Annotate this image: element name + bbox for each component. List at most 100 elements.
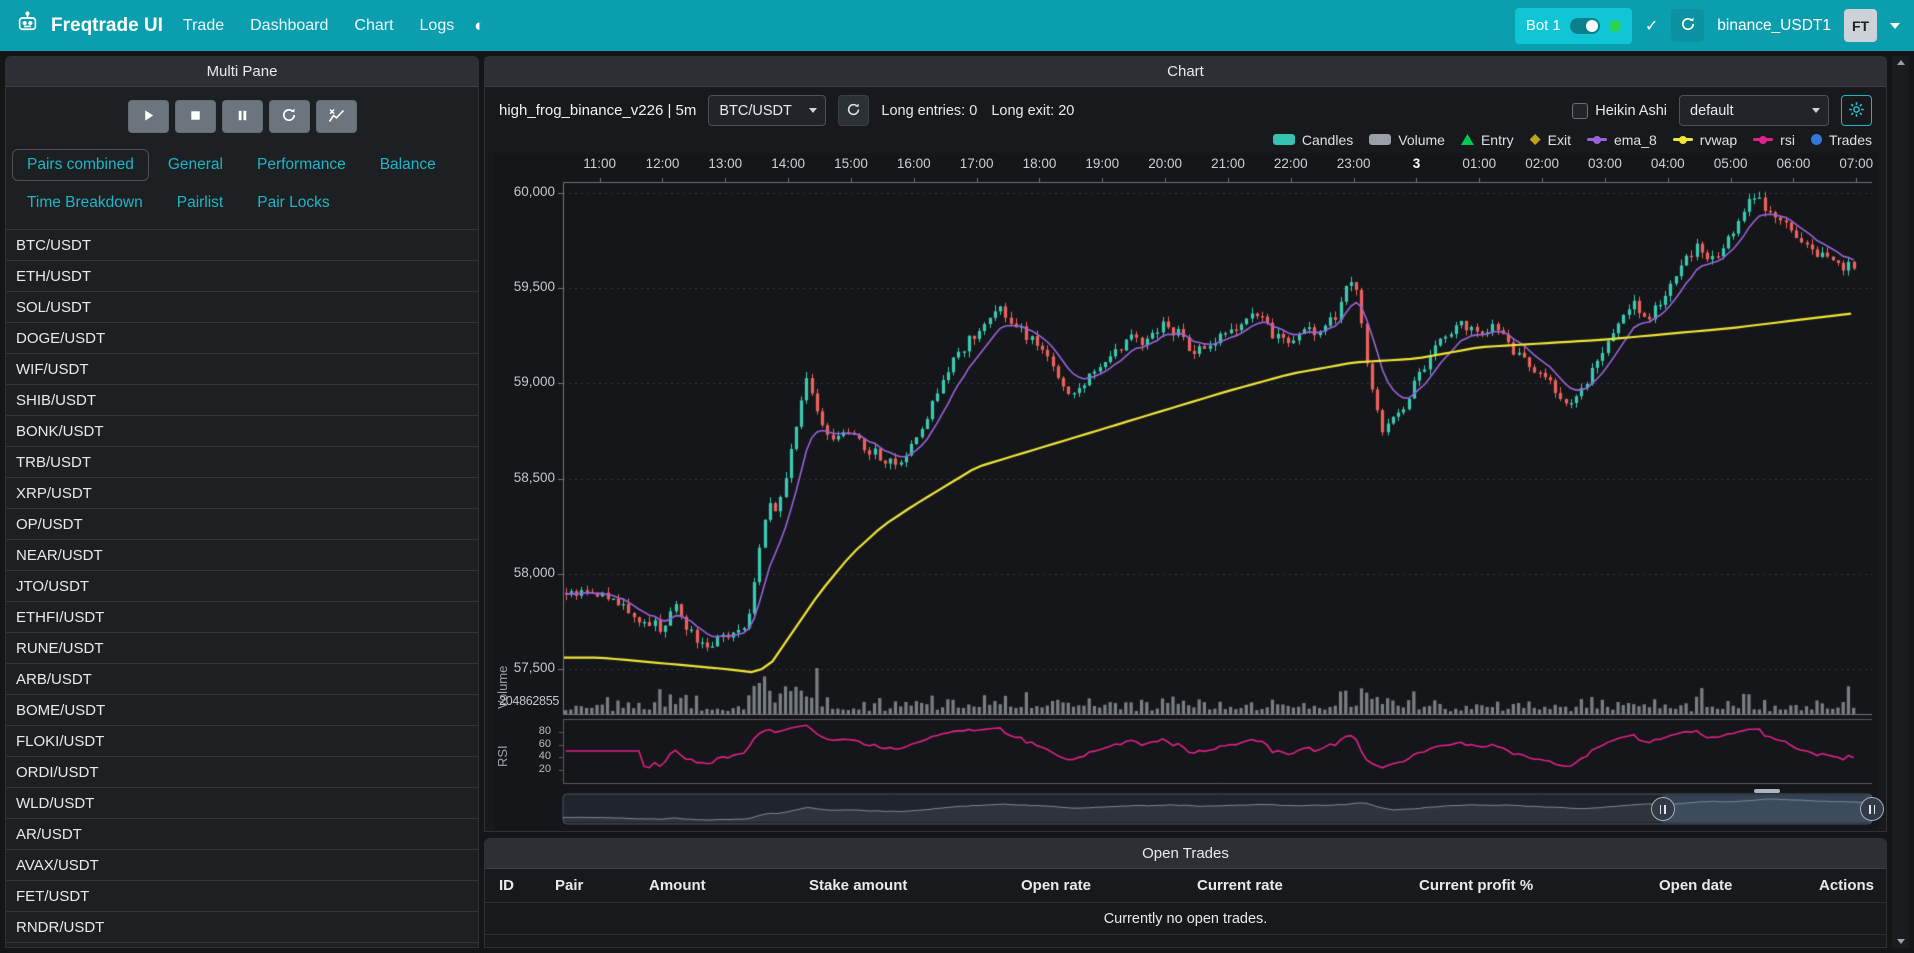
time-axis-label: 02:00 [1512,156,1572,171]
time-axis-label: 21:00 [1198,156,1258,171]
rsi-axis-label: 80 [493,725,551,737]
reload-icon [846,102,861,120]
brand[interactable]: Freqtrade UI [14,9,163,42]
nav-link[interactable]: Dashboard [250,17,328,35]
multi-pane-tab[interactable]: Pairlist [162,187,239,219]
pair-list-item[interactable]: XRP/USDT [6,478,478,509]
nav-links: Trade Dashboard Chart Logs [183,17,454,35]
legend-item[interactable]: ema_8 [1587,132,1657,148]
pair-list-item[interactable]: RUNE/USDT [6,633,478,664]
table-column-header: Stake amount [809,877,1021,894]
pair-list-item[interactable]: RNDR/USDT [6,912,478,943]
pair-list-item[interactable]: ETH/USDT [6,261,478,292]
table-column-header: Open rate [1021,877,1197,894]
pair-list-item[interactable]: BOME/USDT [6,695,478,726]
bot-selector-chip[interactable]: Bot 1 [1515,8,1632,44]
cancel-open-orders-button[interactable] [316,100,357,133]
legend-item[interactable]: Exit [1530,132,1571,148]
bot-toggle[interactable] [1570,18,1600,34]
start-button[interactable] [128,100,169,133]
navbar-reload-button[interactable] [1671,9,1704,42]
nav-link[interactable]: Logs [420,17,455,35]
pair-list-item[interactable]: AR/USDT [6,819,478,850]
multi-pane-tab[interactable]: General [153,149,238,181]
legend-swatch-icon [1673,138,1693,141]
pair-list-item[interactable]: ORDI/USDT [6,757,478,788]
time-axis-label: 01:00 [1449,156,1509,171]
table-column-header: Amount [649,877,809,894]
multi-pane-tabs: Pairs combined General Performance Balan… [6,143,478,229]
pair-list-item[interactable]: ETHFI/USDT [6,602,478,633]
rsi-axis-label: 20 [493,763,551,775]
chart-cancel-icon [328,108,345,126]
scrollbar-down-icon[interactable] [1897,939,1905,944]
legend-label: Trades [1829,132,1872,148]
pair-list-item[interactable]: AVAX/USDT [6,850,478,881]
chevron-down-icon[interactable] [1890,23,1900,29]
legend-item[interactable]: Entry [1461,132,1514,148]
gear-icon [1848,101,1865,121]
legend-item[interactable]: Candles [1273,132,1353,148]
multi-pane-header: Multi Pane [6,57,478,87]
pair-select[interactable]: BTC/USDT [708,95,826,126]
pair-list-item[interactable]: DOGE/USDT [6,323,478,354]
time-axis-label: 16:00 [884,156,944,171]
long-exit-count: Long exit: 20 [991,103,1074,119]
pair-list-item[interactable]: SHIB/USDT [6,385,478,416]
datazoom-thumb[interactable] [1754,789,1780,793]
stop-icon [188,108,203,126]
avatar[interactable]: FT [1844,9,1877,42]
multi-pane-tab[interactable]: Pairs combined [12,149,149,181]
datazoom-start-handle[interactable] [1651,797,1675,821]
pair-list-item[interactable]: FET/USDT [6,881,478,912]
pair-list-item[interactable]: ARB/USDT [6,664,478,695]
time-axis-label: 3 [1386,156,1446,171]
multi-pane-tab[interactable]: Performance [242,149,361,181]
table-column-header: Actions [1819,877,1874,894]
pair-list-item[interactable]: WIF/USDT [6,354,478,385]
time-axis-label: 18:00 [1009,156,1069,171]
multi-pane-tab[interactable]: Balance [365,149,451,181]
multi-pane-tab[interactable]: Pair Locks [242,187,344,219]
heikin-ashi-checkbox[interactable] [1572,103,1588,119]
scrollbar-up-icon[interactable] [1897,60,1905,65]
pair-list-item[interactable]: FLOKI/USDT [6,726,478,757]
pair-list-item[interactable]: DOT/USDT [6,943,478,947]
theme-toggle-icon[interactable]: ◐ [474,16,484,36]
stop-button[interactable] [175,100,216,133]
nav-link[interactable]: Trade [183,17,224,35]
chart-body: Volume 204862855 RSI 11:0012:0013:0014:0… [493,153,1878,831]
plot-settings-button[interactable] [1841,95,1872,126]
datazoom-end-handle[interactable] [1860,797,1884,821]
navbar-right: Bot 1 ✓ binance_USDT1 FT [1515,8,1900,44]
reload-config-button[interactable] [269,100,310,133]
pause-button[interactable] [222,100,263,133]
pair-list-item[interactable]: BONK/USDT [6,416,478,447]
legend-item[interactable]: Volume [1369,132,1445,148]
nav-link[interactable]: Chart [354,17,393,35]
open-trades-column-row: ID Pair Amount Stake amount Open rate Cu… [485,869,1886,903]
pair-list-item[interactable]: WLD/USDT [6,788,478,819]
time-axis-label: 11:00 [570,156,630,171]
price-chart-canvas[interactable] [493,153,1878,831]
legend-item[interactable]: Trades [1811,132,1872,148]
table-column-header: Current profit % [1419,877,1659,894]
plot-config-select[interactable]: default [1679,95,1829,126]
pair-list-item[interactable]: TRB/USDT [6,447,478,478]
pair-list-item[interactable]: JTO/USDT [6,571,478,602]
multi-pane-panel: Multi Pane Pairs combined General [5,56,479,948]
pair-list-item[interactable]: NEAR/USDT [6,540,478,571]
pair-list-item[interactable]: SOL/USDT [6,292,478,323]
chart-refresh-button[interactable] [838,95,869,126]
chart-panel: Chart high_frog_binance_v226 | 5m BTC/US… [484,56,1887,832]
legend-item[interactable]: rvwap [1673,132,1737,148]
pair-list-item[interactable]: OP/USDT [6,509,478,540]
pair-select-wrap: BTC/USDT [708,95,826,126]
signal-counts: Long entries: 0 Long exit: 20 [881,103,1074,119]
heikin-ashi-toggle[interactable]: Heikin Ashi [1572,103,1667,119]
pair-list-item[interactable]: BTC/USDT [6,230,478,261]
check-icon[interactable]: ✓ [1645,16,1658,36]
page-scrollbar[interactable] [1892,56,1909,948]
legend-item[interactable]: rsi [1753,132,1795,148]
multi-pane-tab[interactable]: Time Breakdown [12,187,158,219]
